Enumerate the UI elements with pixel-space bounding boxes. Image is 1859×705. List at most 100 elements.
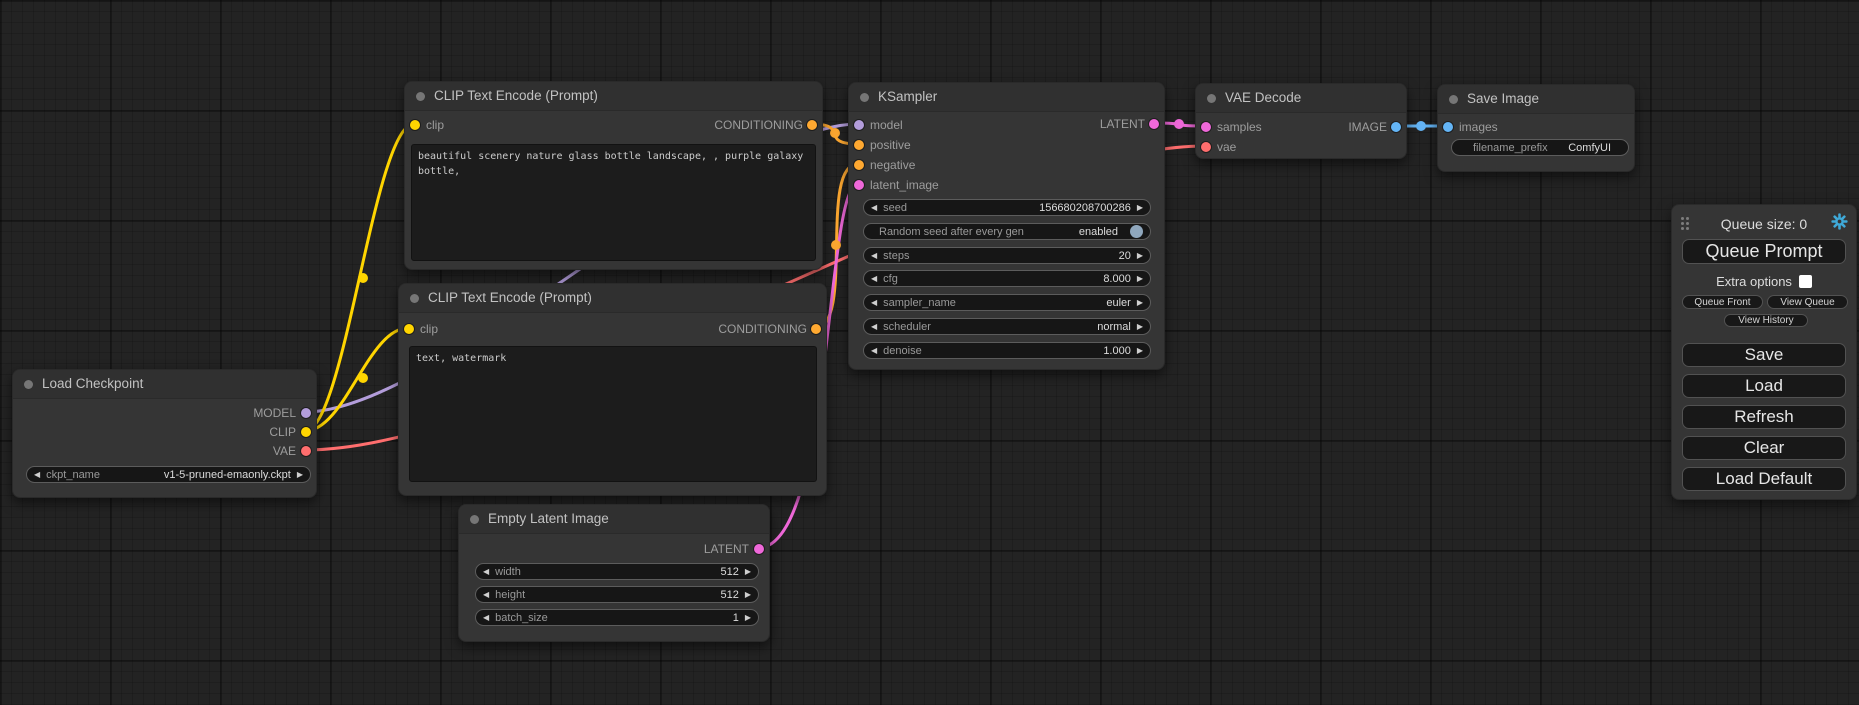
output-port-latent[interactable] xyxy=(1149,119,1159,129)
widget-seed[interactable]: ◀ seed 156680208700286 ▶ xyxy=(863,199,1151,216)
decrement-arrow-icon[interactable]: ◀ xyxy=(871,347,877,355)
input-port-vae[interactable] xyxy=(1201,142,1211,152)
output-port-conditioning[interactable] xyxy=(811,324,821,334)
input-port-model[interactable] xyxy=(854,120,864,130)
clear-button[interactable]: Clear xyxy=(1682,436,1846,460)
increment-arrow-icon[interactable]: ▶ xyxy=(297,471,303,479)
node-ksampler[interactable]: KSampler model LATENT positive negative … xyxy=(848,82,1165,370)
output-port-model[interactable] xyxy=(301,408,311,418)
increment-arrow-icon[interactable]: ▶ xyxy=(745,568,751,576)
load-default-button[interactable]: Load Default xyxy=(1682,467,1846,491)
load-button[interactable]: Load xyxy=(1682,374,1846,398)
widget-scheduler[interactable]: ◀ scheduler normal ▶ xyxy=(863,318,1151,335)
node-clip-text-encode-1[interactable]: CLIP Text Encode (Prompt) clip CONDITION… xyxy=(404,81,823,270)
node-save-image[interactable]: Save Image images filename_prefix ComfyU… xyxy=(1437,84,1635,172)
collapse-dot-icon[interactable] xyxy=(470,515,479,524)
widget-random-seed-toggle[interactable]: Random seed after every gen enabled xyxy=(863,223,1151,240)
node-titlebar[interactable]: KSampler xyxy=(849,83,1164,112)
widget-cfg[interactable]: ◀ cfg 8.000 ▶ xyxy=(863,270,1151,287)
node-titlebar[interactable]: Save Image xyxy=(1438,85,1634,114)
link-dot[interactable] xyxy=(358,273,368,283)
increment-arrow-icon[interactable]: ▶ xyxy=(1137,347,1143,355)
widget-sampler-name[interactable]: ◀ sampler_name euler ▶ xyxy=(863,294,1151,311)
decrement-arrow-icon[interactable]: ◀ xyxy=(483,568,489,576)
output-port-latent[interactable] xyxy=(754,544,764,554)
save-button[interactable]: Save xyxy=(1682,343,1846,367)
increment-arrow-icon[interactable]: ▶ xyxy=(1137,204,1143,212)
input-label-latent-image: latent_image xyxy=(870,178,939,192)
link-dot[interactable] xyxy=(1174,119,1184,129)
link-dot[interactable] xyxy=(358,373,368,383)
widget-batch-size[interactable]: ◀ batch_size 1 ▶ xyxy=(475,609,759,626)
node-vae-decode[interactable]: VAE Decode samples IMAGE vae xyxy=(1195,83,1407,159)
widget-ckpt-name[interactable]: ◀ ckpt_name v1-5-pruned-emaonly.ckpt ▶ xyxy=(26,466,311,483)
decrement-arrow-icon[interactable]: ◀ xyxy=(871,275,877,283)
input-port-latent-image[interactable] xyxy=(854,180,864,190)
collapse-dot-icon[interactable] xyxy=(416,92,425,101)
input-port-images[interactable] xyxy=(1443,122,1453,132)
output-port-conditioning[interactable] xyxy=(807,120,817,130)
view-queue-button[interactable]: View Queue xyxy=(1767,295,1848,309)
refresh-button[interactable]: Refresh xyxy=(1682,405,1846,429)
queue-front-button[interactable]: Queue Front xyxy=(1682,295,1763,309)
increment-arrow-icon[interactable]: ▶ xyxy=(1137,252,1143,260)
queue-prompt-button[interactable]: Queue Prompt xyxy=(1682,239,1846,264)
collapse-dot-icon[interactable] xyxy=(24,380,33,389)
collapse-dot-icon[interactable] xyxy=(410,294,419,303)
node-load-checkpoint[interactable]: Load Checkpoint MODEL CLIP VAE ◀ ckpt_na… xyxy=(12,369,317,498)
widget-filename-prefix[interactable]: filename_prefix ComfyUI xyxy=(1451,139,1629,156)
input-port-clip[interactable] xyxy=(404,324,414,334)
node-graph-canvas[interactable]: Load Checkpoint MODEL CLIP VAE ◀ ckpt_na… xyxy=(0,0,1859,705)
input-port-positive[interactable] xyxy=(854,140,864,150)
view-history-button[interactable]: View History xyxy=(1724,314,1808,327)
link-dot[interactable] xyxy=(831,240,841,250)
output-port-clip[interactable] xyxy=(301,427,311,437)
queue-panel: Queue size: 0 Queue Prompt Extra opti xyxy=(1671,204,1857,500)
input-label-clip: clip xyxy=(420,322,438,336)
widget-height[interactable]: ◀ height 512 ▶ xyxy=(475,586,759,603)
node-clip-text-encode-2[interactable]: CLIP Text Encode (Prompt) clip CONDITION… xyxy=(398,283,827,496)
input-port-clip[interactable] xyxy=(410,120,420,130)
link-dot[interactable] xyxy=(1416,121,1426,131)
extra-options-checkbox[interactable] xyxy=(1799,275,1812,288)
increment-arrow-icon[interactable]: ▶ xyxy=(1137,323,1143,331)
decrement-arrow-icon[interactable]: ◀ xyxy=(483,614,489,622)
positive-prompt-textarea[interactable]: beautiful scenery nature glass bottle la… xyxy=(411,144,816,261)
node-title-text: Load Checkpoint xyxy=(42,376,143,391)
input-label-positive: positive xyxy=(870,138,911,152)
decrement-arrow-icon[interactable]: ◀ xyxy=(871,252,877,260)
node-titlebar[interactable]: CLIP Text Encode (Prompt) xyxy=(399,284,826,313)
widget-width[interactable]: ◀ width 512 ▶ xyxy=(475,563,759,580)
decrement-arrow-icon[interactable]: ◀ xyxy=(871,204,877,212)
node-empty-latent-image[interactable]: Empty Latent Image LATENT ◀ width 512 ▶ … xyxy=(458,504,770,642)
node-titlebar[interactable]: Empty Latent Image xyxy=(459,505,769,534)
toggle-icon[interactable] xyxy=(1130,225,1143,238)
increment-arrow-icon[interactable]: ▶ xyxy=(1137,275,1143,283)
decrement-arrow-icon[interactable]: ◀ xyxy=(483,591,489,599)
gear-icon[interactable] xyxy=(1831,213,1848,230)
increment-arrow-icon[interactable]: ▶ xyxy=(745,591,751,599)
decrement-arrow-icon[interactable]: ◀ xyxy=(871,323,877,331)
decrement-arrow-icon[interactable]: ◀ xyxy=(34,471,40,479)
output-port-vae[interactable] xyxy=(301,446,311,456)
output-label-conditioning: CONDITIONING xyxy=(714,118,803,132)
wire-clip-2 xyxy=(305,328,408,431)
collapse-dot-icon[interactable] xyxy=(860,93,869,102)
increment-arrow-icon[interactable]: ▶ xyxy=(1137,299,1143,307)
node-titlebar[interactable]: Load Checkpoint xyxy=(13,370,316,399)
node-titlebar[interactable]: CLIP Text Encode (Prompt) xyxy=(405,82,822,111)
input-label-negative: negative xyxy=(870,158,915,172)
negative-prompt-textarea[interactable]: text, watermark xyxy=(409,346,817,482)
output-label-latent: LATENT xyxy=(704,542,749,556)
output-port-image[interactable] xyxy=(1391,122,1401,132)
decrement-arrow-icon[interactable]: ◀ xyxy=(871,299,877,307)
collapse-dot-icon[interactable] xyxy=(1449,95,1458,104)
widget-steps[interactable]: ◀ steps 20 ▶ xyxy=(863,247,1151,264)
node-titlebar[interactable]: VAE Decode xyxy=(1196,84,1406,113)
increment-arrow-icon[interactable]: ▶ xyxy=(745,614,751,622)
input-port-samples[interactable] xyxy=(1201,122,1211,132)
widget-denoise[interactable]: ◀ denoise 1.000 ▶ xyxy=(863,342,1151,359)
collapse-dot-icon[interactable] xyxy=(1207,94,1216,103)
link-dot[interactable] xyxy=(830,128,840,138)
input-port-negative[interactable] xyxy=(854,160,864,170)
